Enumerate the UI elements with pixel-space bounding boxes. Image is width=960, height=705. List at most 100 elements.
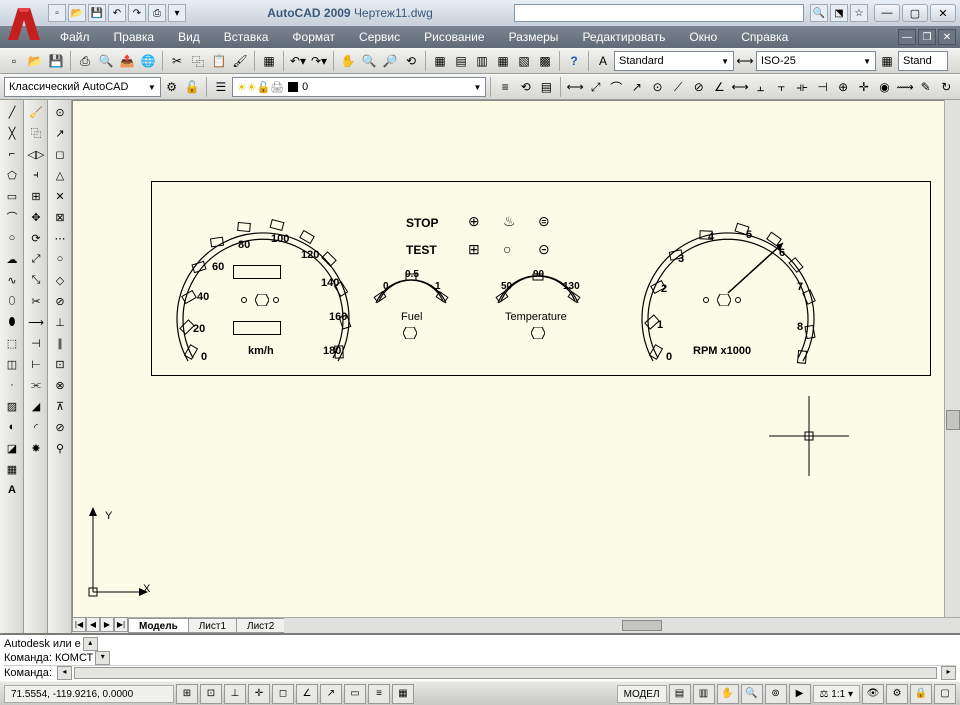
center-mark-icon[interactable]: ✛ [854,77,874,97]
dim-diameter-icon[interactable]: ⊘ [689,77,709,97]
toolbar-lock-icon[interactable]: 🔒 [910,684,932,704]
xline-icon[interactable]: ╳ [2,123,22,143]
trim-icon[interactable]: ✂ [26,291,46,311]
cut-icon[interactable]: ✂ [167,51,187,71]
mdi-minimize-button[interactable]: — [898,29,916,45]
showmotion-icon[interactable]: ▶ [789,684,811,704]
plot-icon[interactable]: ⎙ [75,51,95,71]
make-block-icon[interactable]: ◫ [2,354,22,374]
dim-aligned-icon[interactable]: ⤢ [586,77,606,97]
pan-status-icon[interactable]: ✋ [717,684,739,704]
table-icon[interactable]: ▦ [2,459,22,479]
qat-new-icon[interactable]: ▫ [48,4,66,22]
ellipse-icon[interactable]: ⬯ [2,291,22,311]
menu-view[interactable]: Вид [166,26,212,48]
properties-icon[interactable]: ▦ [430,51,450,71]
lwt-toggle[interactable]: ≡ [368,684,390,704]
clean-screen-icon[interactable]: ▢ [934,684,956,704]
qat-print-icon[interactable]: ⎙ [148,4,166,22]
qat-redo-icon[interactable]: ↷ [128,4,146,22]
zoom-window-icon[interactable]: 🔎 [380,51,400,71]
join-icon[interactable]: ⫘ [26,375,46,395]
zoom-prev-icon[interactable]: ⟲ [401,51,421,71]
menu-modify[interactable]: Редактировать [570,26,677,48]
sheet-set-icon[interactable]: ▦ [493,51,513,71]
qat-save-icon[interactable]: 💾 [88,4,106,22]
region-icon[interactable]: ◪ [2,438,22,458]
tab-last-button[interactable]: ▶| [114,617,128,632]
app-logo[interactable] [4,4,44,44]
zoom-status-icon[interactable]: 🔍 [741,684,763,704]
tolerance-icon[interactable]: ⊕ [833,77,853,97]
redo-icon[interactable]: ↷▾ [309,51,329,71]
tab-layout1[interactable]: Лист1 [188,618,237,633]
snap-center-icon[interactable]: ○ [50,249,70,269]
designcenter-icon[interactable]: ▤ [451,51,471,71]
snap-insert-icon[interactable]: ⊡ [50,354,70,374]
dim-quick-icon[interactable]: ⟷ [730,77,750,97]
insert-block-icon[interactable]: ⬚ [2,333,22,353]
ellipse-arc-icon[interactable]: ⬮ [2,312,22,332]
move-icon[interactable]: ✥ [26,207,46,227]
snap-toggle[interactable]: ⊞ [176,684,198,704]
extend-icon[interactable]: ⟶ [26,312,46,332]
array-icon[interactable]: ⊞ [26,186,46,206]
markup-icon[interactable]: ▧ [514,51,534,71]
qat-undo-icon[interactable]: ↶ [108,4,126,22]
annotation-visibility-icon[interactable]: 👁 [862,684,884,704]
layer-combo[interactable]: ☀☀🔓🖨 0▼ [232,77,487,97]
snap-from-icon[interactable]: ↗ [50,123,70,143]
polyline-icon[interactable]: ⌐ [2,144,22,164]
favorites-icon[interactable]: ☆ [850,4,868,22]
workspace-combo[interactable]: Классический AutoCAD▼ [4,77,161,97]
polar-toggle[interactable]: ✛ [248,684,270,704]
tab-layout2[interactable]: Лист2 [236,618,285,633]
rotate-icon[interactable]: ⟳ [26,228,46,248]
dim-ordinate-icon[interactable]: ↗ [627,77,647,97]
dimstyle-icon[interactable]: ⟷ [735,51,755,71]
layer-iso-icon[interactable]: ≡ [495,77,515,97]
ortho-toggle[interactable]: ⊥ [224,684,246,704]
snap-intersect-icon[interactable]: ✕ [50,186,70,206]
tablestyle-icon[interactable]: ▦ [877,51,897,71]
horizontal-scrollbar[interactable] [284,617,960,633]
search-icon[interactable]: 🔍 [810,4,828,22]
quick-view-drawings-icon[interactable]: ▥ [693,684,715,704]
snap-none-icon[interactable]: ⊘ [50,417,70,437]
3ddwf-icon[interactable]: 🌐 [138,51,158,71]
gradient-icon[interactable]: ◐ [2,417,22,437]
match-prop-icon[interactable]: 🖌 [230,51,250,71]
cmd-scroll-up[interactable]: ▴ [83,637,98,651]
close-button[interactable]: ✕ [930,4,956,22]
inspection-icon[interactable]: ◉ [875,77,895,97]
revcloud-icon[interactable]: ☁ [2,249,22,269]
hatch-icon[interactable]: ▨ [2,396,22,416]
publish-icon[interactable]: 📤 [117,51,137,71]
stretch-icon[interactable]: ⤡ [26,270,46,290]
tab-first-button[interactable]: |◀ [72,617,86,632]
snap-nearest-icon[interactable]: ⊼ [50,396,70,416]
cmd-hscroll[interactable] [74,667,937,679]
polygon-icon[interactable]: ⬠ [2,165,22,185]
menu-insert[interactable]: Вставка [212,26,281,48]
qp-toggle[interactable]: ▦ [392,684,414,704]
copy-obj-icon[interactable]: ⿻ [26,123,46,143]
circle-icon[interactable]: ○ [2,228,22,248]
menu-edit[interactable]: Правка [102,26,167,48]
dim-break-icon[interactable]: ⊣ [813,77,833,97]
dyn-toggle[interactable]: ▭ [344,684,366,704]
annotation-scale[interactable]: ⚖ 1:1 ▾ [813,685,860,703]
snap-temp-icon[interactable]: ⊙ [50,102,70,122]
tab-next-button[interactable]: ▶ [100,617,114,632]
mirror-icon[interactable]: ◁▷ [26,144,46,164]
spline-icon[interactable]: ∿ [2,270,22,290]
tab-prev-button[interactable]: ◀ [86,617,100,632]
menu-help[interactable]: Справка [729,26,800,48]
quickcalc-icon[interactable]: ▩ [535,51,555,71]
dim-baseline-icon[interactable]: ⫠ [751,77,771,97]
cmd-hscroll-l[interactable]: ◂ [57,666,72,680]
block-editor-icon[interactable]: ▦ [259,51,279,71]
menu-file[interactable]: Файл [48,26,102,48]
command-line[interactable]: Autodesk или е▴ Команда: КОМСТ▾ Команда:… [0,633,960,681]
tab-model[interactable]: Модель [128,618,189,633]
